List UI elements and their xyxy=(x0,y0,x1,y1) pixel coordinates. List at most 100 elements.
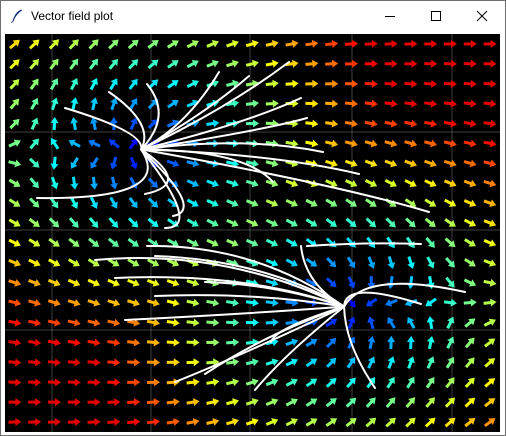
field-arrow xyxy=(483,418,496,428)
field-arrow xyxy=(206,417,220,426)
field-arrow xyxy=(206,398,220,406)
field-arrow xyxy=(48,39,60,50)
field-arrow xyxy=(325,378,337,388)
field-arrow xyxy=(146,417,160,426)
field-arrow xyxy=(445,377,455,389)
field-arrow xyxy=(285,398,298,407)
field-arrow xyxy=(364,159,378,168)
field-arrow xyxy=(49,58,59,70)
field-arrow xyxy=(89,78,98,91)
field-arrow xyxy=(206,238,219,247)
field-arrow xyxy=(305,59,319,68)
field-arrow xyxy=(50,137,60,150)
field-arrow xyxy=(364,179,378,188)
field-arrow xyxy=(325,198,338,207)
field-arrow xyxy=(8,259,21,267)
field-arrow xyxy=(404,59,418,68)
field-arrow xyxy=(186,398,200,406)
field-arrow xyxy=(28,338,42,347)
field-arrow xyxy=(206,119,220,128)
field-arrow xyxy=(47,318,61,327)
close-button[interactable] xyxy=(459,1,505,31)
field-arrow xyxy=(107,378,121,387)
field-arrow xyxy=(87,298,101,307)
field-arrow xyxy=(167,99,179,109)
field-arrow xyxy=(127,358,141,367)
field-arrow xyxy=(127,39,139,50)
field-arrow xyxy=(226,39,239,48)
field-arrow xyxy=(88,139,101,148)
field-arrow xyxy=(344,159,358,168)
field-arrow xyxy=(444,397,456,408)
field-arrow xyxy=(285,378,298,387)
field-arrow xyxy=(305,198,318,207)
field-arrow xyxy=(9,59,20,70)
field-arrow xyxy=(186,378,200,387)
field-arrow xyxy=(67,358,81,367)
field-arrow xyxy=(107,237,120,247)
field-arrow xyxy=(463,298,477,307)
field-arrow xyxy=(147,40,159,49)
field-arrow xyxy=(146,378,160,387)
field-arrow xyxy=(345,217,357,228)
title-bar[interactable]: Vector field plot xyxy=(1,1,505,31)
field-arrow xyxy=(344,139,358,148)
field-arrow xyxy=(107,338,121,347)
field-arrow xyxy=(483,159,497,168)
maximize-button[interactable] xyxy=(413,1,459,31)
field-arrow xyxy=(47,417,61,426)
field-arrow xyxy=(346,377,356,389)
field-arrow xyxy=(483,298,497,307)
field-arrow xyxy=(347,276,356,289)
field-arrow xyxy=(285,198,298,207)
field-arrow xyxy=(426,356,435,369)
field-arrow xyxy=(186,318,200,327)
field-arrow xyxy=(186,218,199,227)
field-arrow xyxy=(30,117,39,131)
field-arrow xyxy=(128,138,138,150)
field-arrow xyxy=(87,338,101,347)
field-arrow xyxy=(265,139,279,148)
field-arrow xyxy=(28,279,41,287)
field-arrow xyxy=(265,318,279,327)
field-arrow xyxy=(384,79,398,88)
field-arrow xyxy=(166,40,179,49)
field-arrow xyxy=(47,378,61,387)
field-arrow xyxy=(443,298,457,307)
field-arrow xyxy=(245,99,259,108)
field-arrow xyxy=(47,358,61,367)
field-arrow xyxy=(463,199,477,207)
vector-field-plot xyxy=(5,34,500,432)
field-arrow xyxy=(484,358,496,368)
field-arrow xyxy=(387,316,396,329)
vector-field-canvas[interactable] xyxy=(5,34,500,432)
field-arrow xyxy=(245,59,259,68)
field-arrow xyxy=(28,378,42,387)
field-arrow xyxy=(464,357,475,369)
field-arrow xyxy=(206,338,220,347)
field-arrow xyxy=(483,238,497,247)
field-arrow xyxy=(107,318,121,327)
field-arrow xyxy=(8,358,22,367)
field-arrow xyxy=(146,338,160,347)
streamline xyxy=(36,148,149,200)
minimize-button[interactable] xyxy=(367,1,413,31)
field-arrow xyxy=(443,99,457,108)
close-icon xyxy=(476,10,488,22)
field-arrow xyxy=(166,338,180,347)
field-arrow xyxy=(424,139,437,148)
field-arrow xyxy=(245,318,259,327)
field-arrow xyxy=(48,258,61,267)
field-arrow xyxy=(28,157,40,168)
field-arrow xyxy=(285,418,298,427)
field-arrow xyxy=(444,218,456,227)
field-arrow xyxy=(387,356,396,369)
streamline xyxy=(174,305,346,383)
field-arrow xyxy=(69,58,79,70)
field-arrow xyxy=(464,318,476,328)
field-arrow xyxy=(364,119,378,128)
arrow-field xyxy=(8,39,497,428)
field-arrow xyxy=(87,278,101,287)
window-title: Vector field plot xyxy=(31,9,114,23)
field-arrow xyxy=(8,398,22,407)
